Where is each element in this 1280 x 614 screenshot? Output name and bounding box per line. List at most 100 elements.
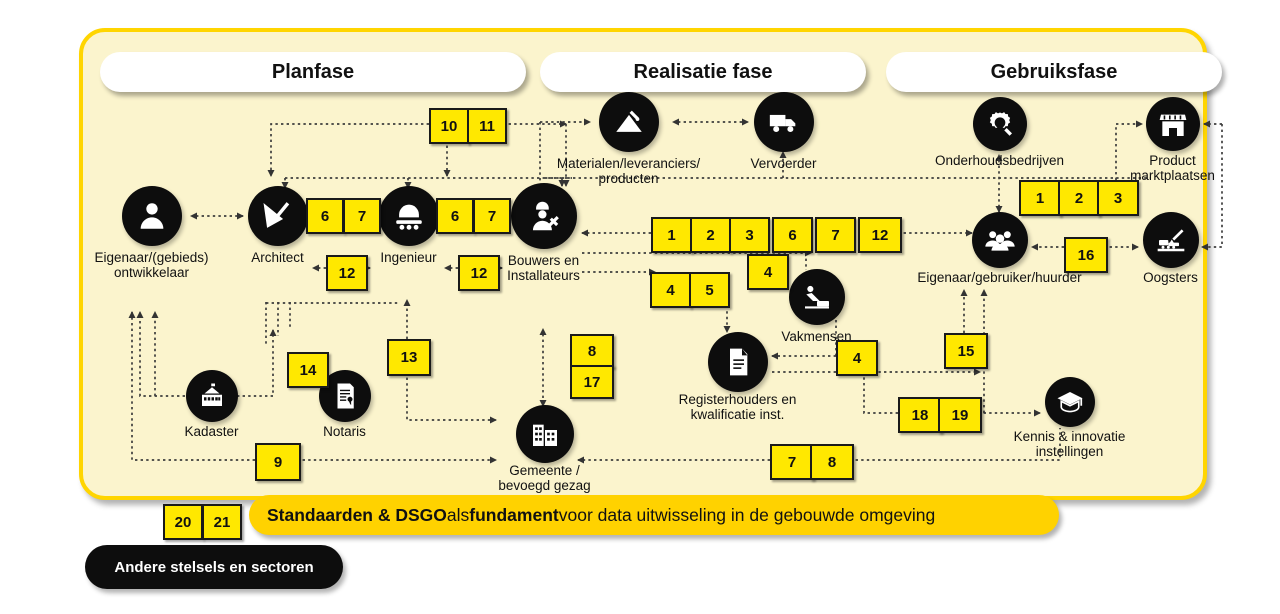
- chip-bouwers-1[interactable]: 1: [651, 217, 692, 253]
- actor-oogsters[interactable]: Oogsters: [1142, 212, 1199, 285]
- actor-notaris[interactable]: Notaris: [318, 370, 371, 439]
- group-people-icon: [971, 212, 1028, 268]
- chip-value: 14: [299, 361, 317, 379]
- actor-label: Gemeente / bevoegd gezag: [498, 463, 591, 494]
- phase-pill-gebruiksfase: Gebruiksfase: [886, 52, 1222, 92]
- actor-gemeente[interactable]: Gemeente / bevoegd gezag: [498, 405, 591, 493]
- chip-value: 6: [450, 207, 460, 225]
- chip-onderhoud-3[interactable]: 3: [1097, 180, 1139, 216]
- chip-architect-12[interactable]: 12: [326, 255, 368, 291]
- chip-value: 7: [831, 226, 840, 244]
- chip-value: 17: [583, 373, 601, 391]
- chip-register-4[interactable]: 4: [836, 340, 878, 376]
- actor-label: Product marktplaatsen: [1130, 153, 1215, 184]
- chip-value: 6: [320, 207, 330, 225]
- chip-gemeente-8[interactable]: 8: [570, 334, 614, 368]
- actor-label: Bouwers en Installateurs: [507, 253, 580, 284]
- chip-13[interactable]: 13: [387, 339, 431, 376]
- kadaster-building-icon: [185, 370, 238, 422]
- actor-label: Materialen/leveranciers/producten: [556, 156, 701, 187]
- actor-ingenieur[interactable]: Ingenieur: [378, 186, 439, 265]
- footer-mid: als: [446, 504, 470, 525]
- chip-value: 6: [788, 226, 797, 244]
- actor-eigenaar-ontwikkelaar[interactable]: Eigenaar/(gebieds) ontwikkelaar: [94, 186, 209, 280]
- chip-value: 7: [787, 453, 797, 471]
- chip-footer-8[interactable]: 8: [810, 444, 854, 480]
- actor-label: Kennis & innovatie instellingen: [1013, 429, 1126, 460]
- chip-18[interactable]: 18: [898, 397, 942, 433]
- actor-kennis-innovatie[interactable]: Kennis & innovatie instellingen: [1014, 377, 1125, 459]
- chip-onderhoud-2[interactable]: 2: [1058, 180, 1100, 216]
- chip-vakmensen-4[interactable]: 4: [747, 254, 789, 290]
- chip-value: 1: [667, 226, 676, 244]
- actor-eigenaar-gebruiker-huurder[interactable]: Eigenaar/gebruiker/huurder: [917, 212, 1082, 285]
- actor-label: Kadaster: [184, 424, 239, 439]
- other-systems-pill[interactable]: Andere stelsels en sectoren: [85, 545, 343, 589]
- phase-label: Realisatie fase: [633, 60, 773, 83]
- chip-value: 13: [400, 349, 418, 366]
- chip-bouwers-6[interactable]: 6: [772, 217, 813, 253]
- chip-value: 7: [487, 207, 497, 225]
- chip-15[interactable]: 15: [944, 333, 988, 369]
- chip-21[interactable]: 21: [202, 504, 242, 540]
- chip-value: 4: [763, 263, 773, 281]
- chip-value: 1: [1035, 189, 1045, 207]
- footer-tail: voor data uitwisseling in de gebouwde om…: [558, 504, 936, 525]
- chip-bouwers-2[interactable]: 2: [690, 217, 731, 253]
- actor-vakmensen[interactable]: Vakmensen: [781, 269, 852, 344]
- chip-11[interactable]: 11: [467, 108, 507, 144]
- phase-pill-realisatie: Realisatie fase: [540, 52, 866, 92]
- chip-architect-7[interactable]: 7: [343, 198, 381, 234]
- architect-pen-icon: [247, 186, 308, 246]
- chip-bouwers-3[interactable]: 3: [729, 217, 770, 253]
- chip-ingenieur-7[interactable]: 7: [473, 198, 511, 234]
- chip-value: 12: [470, 264, 488, 282]
- chip-value: 3: [745, 226, 754, 244]
- chip-value: 19: [951, 406, 969, 424]
- chip-value: 12: [338, 264, 356, 282]
- actor-label: Eigenaar/gebruiker/huurder: [917, 270, 1082, 285]
- chip-value: 16: [1077, 246, 1095, 264]
- actor-product-marktplaatsen[interactable]: Product marktplaatsen: [1130, 97, 1215, 183]
- actor-label: Onderhoudsbedrijven: [934, 153, 1065, 168]
- chip-value: 9: [273, 453, 283, 471]
- chip-architect-6[interactable]: 6: [306, 198, 344, 234]
- chip-footer-7[interactable]: 7: [770, 444, 814, 480]
- chip-gemeente-17[interactable]: 17: [570, 365, 614, 399]
- actor-label: Oogsters: [1143, 270, 1198, 285]
- actor-vervoerder[interactable]: Vervoerder: [750, 92, 817, 171]
- chip-bouwers-5[interactable]: 5: [689, 272, 730, 308]
- chip-value: 18: [911, 406, 929, 424]
- chip-value: 11: [479, 117, 495, 135]
- chip-value: 10: [440, 117, 458, 135]
- chip-value: 7: [357, 207, 367, 225]
- truck-icon: [753, 92, 814, 152]
- chip-ingenieur-6[interactable]: 6: [436, 198, 474, 234]
- chip-value: 2: [706, 226, 715, 244]
- chip-10[interactable]: 10: [429, 108, 469, 144]
- actor-onderhoudsbedrijven[interactable]: Onderhoudsbedrijven: [935, 97, 1064, 168]
- chip-20[interactable]: 20: [163, 504, 203, 540]
- footer-strong-fundament: fundament: [469, 504, 559, 525]
- actor-architect[interactable]: Architect: [247, 186, 308, 265]
- document-icon: [707, 332, 768, 392]
- chip-bouwers-12[interactable]: 12: [858, 217, 902, 253]
- actor-materialen-leveranciers[interactable]: Materialen/leveranciers/producten: [557, 92, 700, 186]
- actor-registerhouders[interactable]: Registerhouders en kwalificatie inst.: [679, 332, 796, 422]
- chip-value: 5: [705, 281, 714, 299]
- diagram-canvas: Planfase Realisatie fase Gebruiksfase Ei…: [0, 0, 1280, 614]
- chip-19[interactable]: 19: [938, 397, 982, 433]
- chip-bouwers-4[interactable]: 4: [650, 272, 691, 308]
- chip-16[interactable]: 16: [1064, 237, 1108, 273]
- chip-9[interactable]: 9: [255, 443, 301, 481]
- chip-ingenieur-12[interactable]: 12: [458, 255, 500, 291]
- chip-bouwers-7[interactable]: 7: [815, 217, 856, 253]
- person-icon: [121, 186, 182, 246]
- actor-kadaster[interactable]: Kadaster: [184, 370, 239, 439]
- chip-onderhoud-1[interactable]: 1: [1019, 180, 1061, 216]
- chip-14[interactable]: 14: [287, 352, 329, 388]
- engineer-helmet-gear-icon: [378, 186, 439, 246]
- actor-bouwers-installateurs[interactable]: Bouwers en Installateurs: [507, 183, 580, 283]
- phase-label: Gebruiksfase: [990, 60, 1118, 83]
- phase-label: Planfase: [271, 60, 355, 83]
